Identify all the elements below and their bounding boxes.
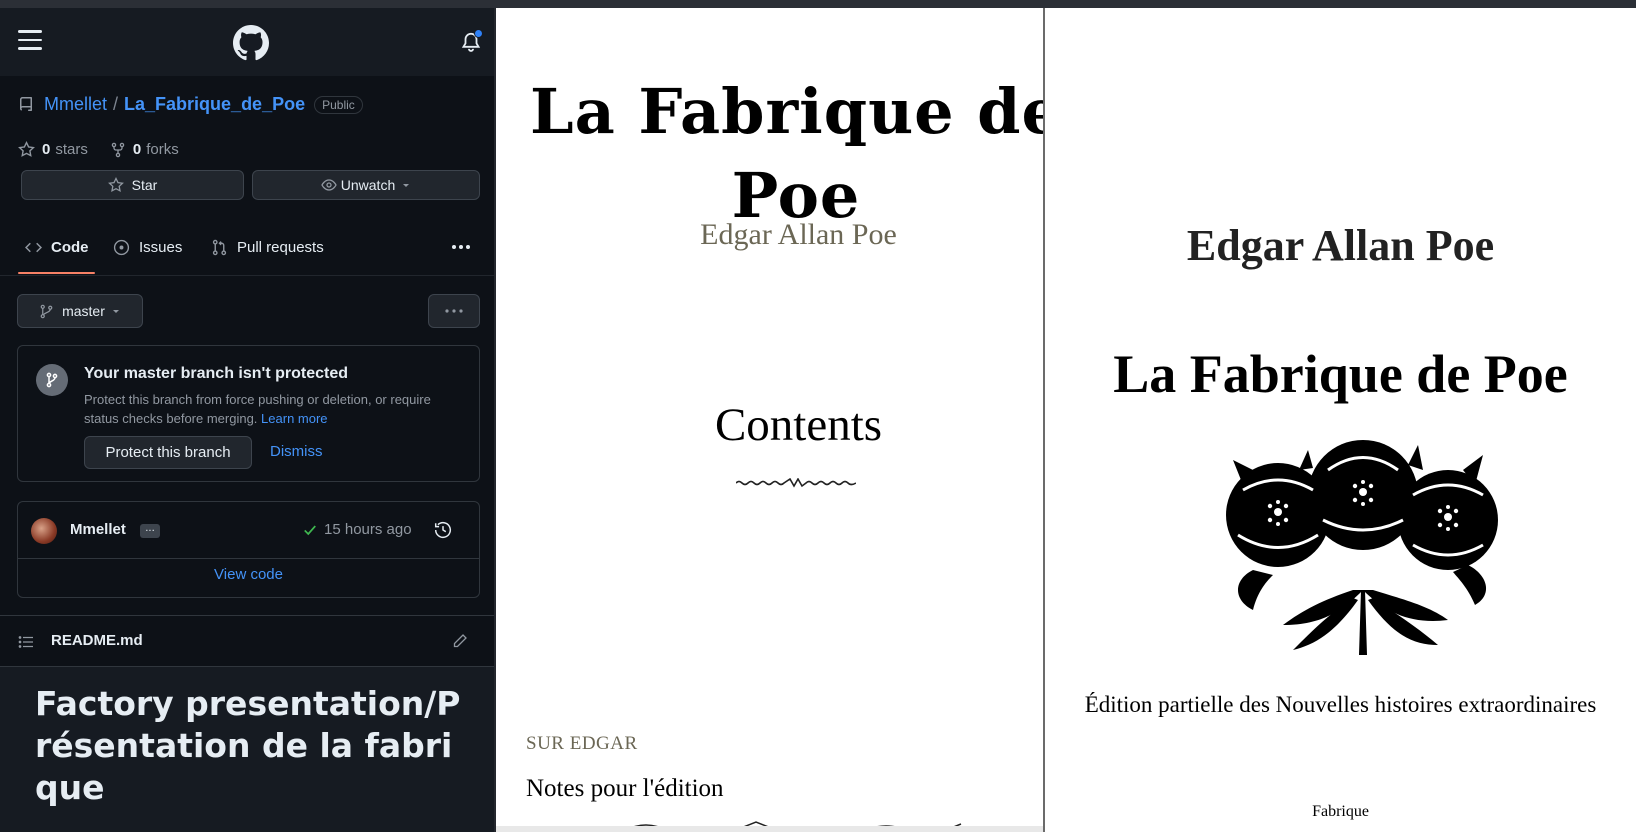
flower-woodcut-icon xyxy=(1226,440,1498,655)
title-page-title: La Fabrique de Poe xyxy=(1113,344,1568,404)
toc-entry[interactable]: Notes pour l'édition xyxy=(526,775,724,803)
history-icon[interactable] xyxy=(434,521,452,539)
page-bottom-strip xyxy=(496,826,1043,832)
star-icon xyxy=(107,177,124,192)
latest-commit-box: Mmellet ... 15 hours ago View code xyxy=(17,501,480,598)
toc-section-label[interactable]: SUR EDGAR xyxy=(526,733,638,755)
forks-stat[interactable]: 0 forks xyxy=(110,141,179,158)
book-title-blackletter: La Fabrique de Poe xyxy=(530,75,1043,232)
window-top-strip xyxy=(0,0,1636,8)
repo-separator: / xyxy=(113,94,119,114)
title-page-author: Edgar Allan Poe xyxy=(1186,221,1495,270)
commit-message-expander[interactable]: ... xyxy=(140,524,160,538)
repo-stats: 0 stars 0 forks xyxy=(18,141,201,158)
star-icon xyxy=(18,141,35,157)
caret-down-icon xyxy=(403,184,410,187)
list-icon[interactable] xyxy=(18,634,34,650)
avatar[interactable] xyxy=(31,518,57,544)
kebab-horizontal-icon xyxy=(445,309,463,313)
repo-name-link[interactable]: La_Fabrique_de_Poe xyxy=(124,94,305,115)
more-tabs-icon[interactable] xyxy=(450,238,472,256)
repo-tabs: Code Issues Pull requests xyxy=(0,220,494,276)
repo-owner-link[interactable]: Mmellet xyxy=(44,94,107,115)
learn-more-link[interactable]: Learn more xyxy=(261,411,327,426)
star-button-label: Star xyxy=(131,177,158,193)
pencil-icon[interactable] xyxy=(452,633,468,649)
readme-content: Factory presentation/Présentation de la … xyxy=(0,667,494,832)
readme-heading: Factory presentation/Présentation de la … xyxy=(35,684,461,807)
publisher-name: Fabrique xyxy=(1312,803,1369,820)
unwatch-button-label: Unwatch xyxy=(340,177,396,193)
ornament-divider-icon xyxy=(736,478,856,488)
branch-name: master xyxy=(62,303,105,319)
protect-branch-button[interactable]: Protect this branch xyxy=(84,436,252,469)
readme-filename: README.md xyxy=(51,632,143,649)
contents-heading: Contents xyxy=(714,399,883,451)
github-logo-icon[interactable] xyxy=(233,25,269,61)
tab-issues[interactable]: Issues xyxy=(113,230,182,264)
branch-icon xyxy=(40,304,53,318)
tab-pull-requests[interactable]: Pull requests xyxy=(211,230,324,264)
protection-description-text: Protect this branch from force pushing o… xyxy=(84,392,431,426)
view-code-link[interactable]: View code xyxy=(18,566,479,583)
book-page-title: Edgar Allan Poe La Fabrique de Poe Éditi… xyxy=(1045,8,1636,832)
unwatch-button[interactable]: Unwatch xyxy=(252,170,480,200)
tab-code-label: Code xyxy=(51,238,89,256)
book-author: Edgar Allan Poe xyxy=(700,218,897,251)
tab-issues-label: Issues xyxy=(139,238,183,256)
github-header xyxy=(0,8,494,76)
visibility-badge: Public xyxy=(314,95,363,114)
edition-subtitle: Édition partielle des Nouvelles histoire… xyxy=(1084,692,1597,717)
stars-count: 0 xyxy=(42,141,51,158)
github-mobile-panel: Mmellet / La_Fabrique_de_Poe Public 0 st… xyxy=(0,8,494,832)
book-page-contents: La Fabrique de Poe Edgar Allan Poe Conte… xyxy=(496,8,1043,826)
commit-author-link[interactable]: Mmellet xyxy=(70,521,126,538)
tab-pull-requests-label: Pull requests xyxy=(237,238,324,256)
pull-request-icon xyxy=(212,239,227,255)
eye-icon xyxy=(321,179,337,191)
readme-header: README.md xyxy=(0,615,494,667)
hamburger-menu-icon[interactable] xyxy=(18,30,42,50)
star-button[interactable]: Star xyxy=(21,170,244,200)
issue-icon xyxy=(113,239,130,255)
commit-time[interactable]: 15 hours ago xyxy=(324,521,412,538)
repo-breadcrumb: Mmellet / La_Fabrique_de_Poe Public xyxy=(18,94,363,115)
tab-code[interactable]: Code xyxy=(25,230,89,264)
forks-label: forks xyxy=(146,141,179,158)
active-tab-indicator xyxy=(18,272,95,274)
protection-title: Your master branch isn't protected xyxy=(84,365,349,382)
more-options-button[interactable] xyxy=(428,294,480,328)
caret-down-icon xyxy=(112,310,119,313)
stars-stat[interactable]: 0 stars xyxy=(18,141,88,158)
branch-protection-icon xyxy=(36,364,68,396)
forks-count: 0 xyxy=(132,141,142,158)
branch-protection-notice: Your master branch isn't protected Prote… xyxy=(17,345,480,482)
check-icon[interactable] xyxy=(303,523,317,537)
branch-selector-button[interactable]: master xyxy=(17,294,143,328)
fork-icon xyxy=(111,142,125,157)
code-icon xyxy=(25,242,42,252)
stars-label: stars xyxy=(55,141,88,158)
protection-description: Protect this branch from force pushing o… xyxy=(84,390,464,428)
latest-commit-row: Mmellet ... 15 hours ago xyxy=(18,502,479,559)
repo-icon xyxy=(19,96,32,111)
notification-dot-icon xyxy=(474,29,483,38)
dismiss-button[interactable]: Dismiss xyxy=(270,443,323,460)
